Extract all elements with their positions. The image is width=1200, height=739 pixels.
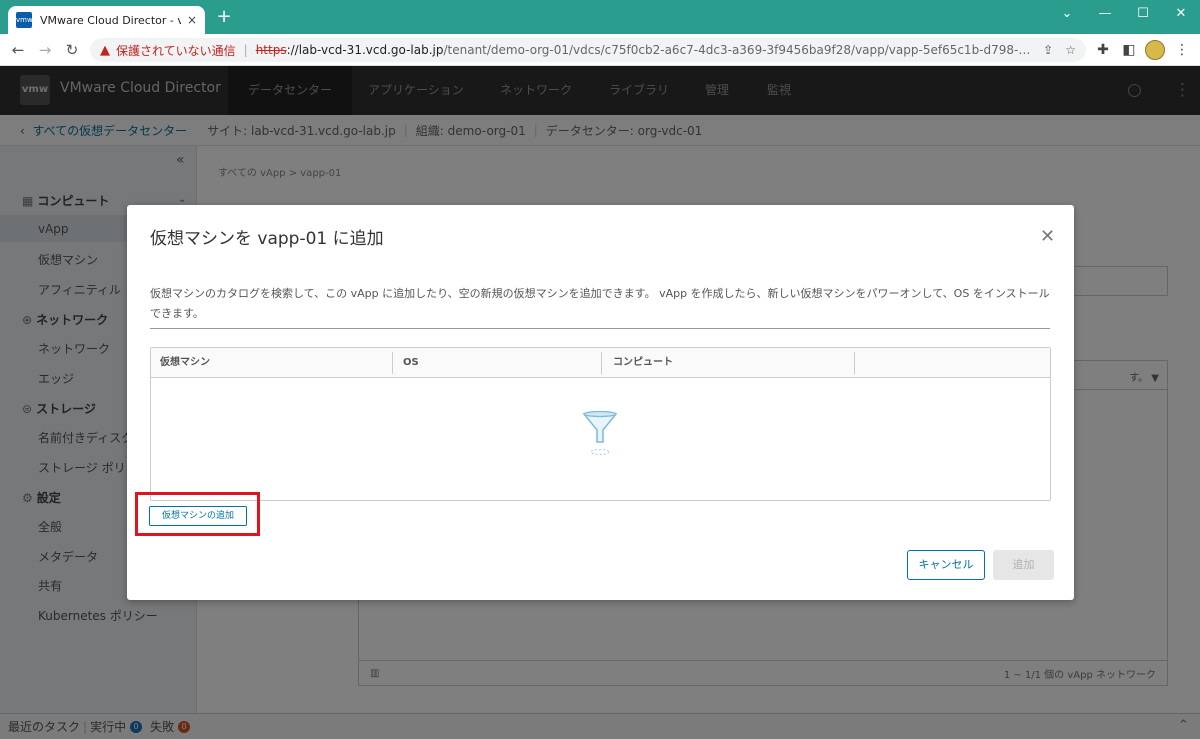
dialog-description: 仮想マシンのカタログを検索して、この vApp に追加したり、空の新規の仮想マシ…	[150, 287, 1050, 320]
tab-title: VMware Cloud Director - vApp	[40, 13, 181, 27]
column-header-os[interactable]: OS	[403, 348, 419, 378]
column-header-vm[interactable]: 仮想マシン	[160, 348, 210, 378]
add-button[interactable]: 追加	[993, 550, 1054, 580]
vmware-favicon-icon: vmw	[16, 12, 33, 28]
url-host: ://lab-vcd-31.vcd.go-lab.jp	[286, 43, 444, 57]
cancel-button[interactable]: キャンセル	[907, 550, 985, 580]
back-arrow-icon[interactable]: ←	[8, 40, 28, 60]
reload-icon[interactable]: ↻	[62, 40, 82, 60]
tab-search-icon[interactable]: ⌄	[1055, 4, 1079, 24]
side-panel-icon[interactable]: ◧	[1119, 40, 1139, 60]
browser-menu-icon[interactable]: ⋮	[1172, 40, 1192, 60]
new-tab-button[interactable]: +	[214, 7, 234, 27]
highlight-box	[135, 492, 260, 536]
security-warning-text: 保護されていない通信	[116, 43, 236, 58]
column-separator[interactable]	[854, 352, 855, 374]
extensions-puzzle-icon[interactable]: ✚	[1093, 40, 1113, 60]
url-scheme: https	[255, 43, 287, 57]
maximize-icon[interactable]: ☐	[1131, 4, 1155, 24]
column-separator[interactable]	[392, 352, 393, 374]
forward-arrow-icon[interactable]: →	[35, 40, 55, 60]
warning-icon: ▲	[100, 42, 110, 58]
minimize-icon[interactable]: —	[1093, 4, 1117, 24]
share-icon[interactable]: ⇪	[1035, 43, 1053, 57]
dialog-title: 仮想マシンを vapp-01 に追加	[150, 229, 384, 249]
close-icon[interactable]: ✕	[1040, 226, 1055, 247]
empty-filter-funnel-icon	[582, 410, 618, 455]
bookmark-star-icon[interactable]: ☆	[1053, 43, 1076, 57]
browser-tab[interactable]: vmw VMware Cloud Director - vApp ×	[8, 6, 205, 34]
url-path: /tenant/demo-org-01/vdcs/c75f0cb2-a6c7-4…	[443, 43, 1035, 57]
profile-avatar[interactable]	[1145, 40, 1165, 60]
omnibox-separator: |	[243, 43, 248, 57]
address-bar[interactable]: ▲ 保護されていない通信 | https ://lab-vcd-31.vcd.g…	[90, 38, 1086, 62]
column-separator[interactable]	[601, 352, 602, 374]
close-window-icon[interactable]: ✕	[1169, 4, 1193, 24]
tab-close-icon[interactable]: ×	[187, 13, 197, 27]
divider	[150, 328, 1050, 329]
column-header-compute[interactable]: コンピュート	[613, 348, 673, 378]
